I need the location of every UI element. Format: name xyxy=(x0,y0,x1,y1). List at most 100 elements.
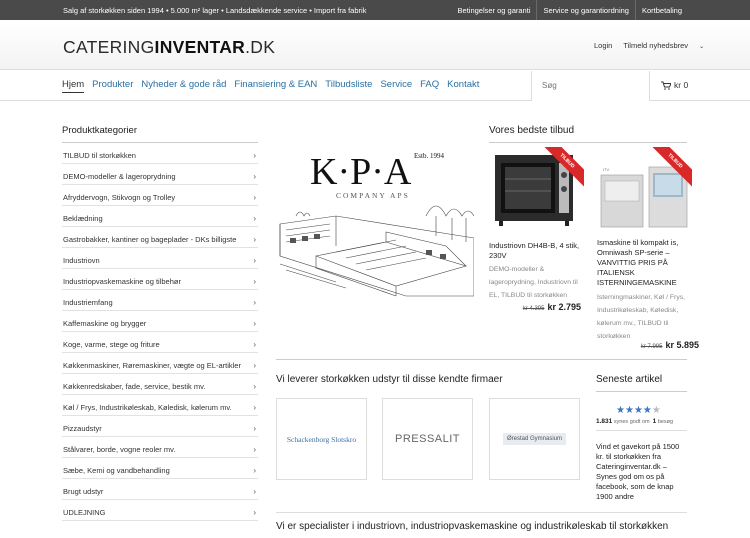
chevron-right-icon: › xyxy=(253,382,256,391)
votes-count: 1.831 xyxy=(596,418,613,425)
sidebar-item-label: Koge, varme, stege og friture xyxy=(63,340,160,349)
product-name[interactable]: Industriovn DH4B-B, 4 stik, 230V xyxy=(489,241,584,261)
product-image[interactable]: ITV TILBUD xyxy=(597,147,692,232)
kpa-company: COMPANY APS xyxy=(336,191,410,200)
product-image[interactable]: TILBUD xyxy=(489,147,584,232)
sidebar-item-cooking[interactable]: Koge, varme, stege og friture › xyxy=(62,332,258,353)
top-bar: Salg af storkøkken siden 1994 • 5.000 m²… xyxy=(0,0,750,20)
logo-text-light: CATERING xyxy=(63,37,155,57)
visits-label: besøg xyxy=(657,419,674,425)
sidebar-item-used[interactable]: Brugt udstyr › xyxy=(62,479,258,500)
site-logo[interactable]: CATERINGINVENTAR.DK xyxy=(63,37,275,58)
sidebar-item-steel[interactable]: Stålvarer, borde, vogne reoler mv. › xyxy=(62,437,258,458)
search-input[interactable] xyxy=(542,71,642,99)
rating-votes: 1.831 synes godt om 1 besøg xyxy=(596,418,687,425)
best-offers-section: Vores bedste tilbud xyxy=(489,125,687,143)
sidebar-item-label: Stålvarer, borde, vogne reoler mv. xyxy=(63,445,176,454)
login-link[interactable]: Login xyxy=(594,41,612,50)
sidebar-item-hood[interactable]: Industriemfang › xyxy=(62,290,258,311)
top-link-service[interactable]: Service og garantiordning xyxy=(536,0,634,20)
kpa-building-illustration: K·P·A Estb. 1994 COMPANY APS xyxy=(279,151,475,297)
product-name[interactable]: Ismaskine til kompakt is, Omniwash SP-se… xyxy=(597,238,689,288)
nav-item-news[interactable]: Nyheder & gode råd xyxy=(141,79,226,93)
sidebar-item-offers[interactable]: TILBUD til storkøkken › xyxy=(62,143,258,164)
sidebar-item-label: UDLEJNING xyxy=(63,508,106,517)
sidebar-item-gastro[interactable]: Gastrobakker, kantiner og bageplader - D… xyxy=(62,227,258,248)
sidebar-item-coffee[interactable]: Kaffemaskine og brygger › xyxy=(62,311,258,332)
sidebar-item-oven[interactable]: Industriovn › xyxy=(62,248,258,269)
chevron-right-icon: › xyxy=(253,445,256,454)
top-link-card-payment[interactable]: Kortbetaling xyxy=(634,0,688,20)
chevron-right-icon: › xyxy=(253,172,256,181)
offers-title: Vores bedste tilbud xyxy=(489,125,687,143)
section-divider xyxy=(276,359,687,360)
sidebar-item-clothing[interactable]: Beklædning › xyxy=(62,206,258,227)
brand-logo-orestad[interactable]: Ørestad Gymnasium xyxy=(489,398,580,480)
nav-item-contact[interactable]: Kontakt xyxy=(447,79,479,93)
chevron-right-icon: › xyxy=(253,319,256,328)
sidebar-item-utensils[interactable]: Køkkenredskaber, fade, service, bestik m… xyxy=(62,374,258,395)
logo-text-tld: .DK xyxy=(245,37,276,57)
chevron-right-icon: › xyxy=(253,403,256,412)
newsletter-link[interactable]: Tilmeld nyhedsbrev ⌄ xyxy=(623,41,713,50)
sidebar-item-label: Sæbe, Kemi og vandbehandling xyxy=(63,466,170,475)
star-icon: ★ xyxy=(642,405,652,416)
visits-count: 1 xyxy=(652,418,657,425)
sidebar-item-machines[interactable]: Køkkenmaskiner, Røremaskiner, vægte og E… xyxy=(62,353,258,374)
old-price: kr 4.395 xyxy=(522,306,545,312)
nav-item-products[interactable]: Produkter xyxy=(92,79,133,93)
product-card-oven[interactable]: TILBUD Industriovn DH4B-B, 4 stik, 230V … xyxy=(489,147,584,317)
nav-item-service[interactable]: Service xyxy=(380,79,412,93)
kpa-estb: Estb. 1994 xyxy=(414,152,444,160)
product-price: kr 4.395 kr 2.795 xyxy=(523,302,581,312)
sidebar-item-dishwasher[interactable]: Industriopvaskemaskine og tilbehør › xyxy=(62,269,258,290)
cart-total: kr 0 xyxy=(674,80,689,90)
cart-button[interactable]: kr 0 xyxy=(661,80,688,90)
sidebar-item-rental[interactable]: UDLEJNING › xyxy=(62,500,258,521)
sidebar-item-label: Gastrobakker, kantiner og bageplader - D… xyxy=(63,235,237,244)
votes-label: synes godt om xyxy=(613,419,650,425)
chevron-right-icon: › xyxy=(253,277,256,286)
specialist-heading: Vi er specialister i industriovn, indust… xyxy=(276,521,669,532)
nav-item-offer-list[interactable]: Tilbudsliste xyxy=(325,79,372,93)
chevron-right-icon: › xyxy=(253,361,256,370)
star-icon: ★ xyxy=(633,405,643,416)
product-categories: Isterningmaskiner, Køl / Frys, Industrik… xyxy=(597,294,686,340)
nav-item-faq[interactable]: FAQ xyxy=(420,79,439,93)
brand-logo-pressalit[interactable]: PRESSALIT xyxy=(382,398,473,480)
sidebar-item-pizza[interactable]: Pizzaudstyr › xyxy=(62,416,258,437)
brand-logo-schackenborg[interactable]: Schackenborg Slotskro xyxy=(276,398,367,480)
article-divider xyxy=(596,430,687,431)
kpa-letters: K·P·A xyxy=(310,151,412,193)
chevron-right-icon: › xyxy=(253,508,256,517)
product-categories: DEMO-modeller & lageroprydning, Industri… xyxy=(489,266,578,299)
search-box xyxy=(531,71,650,101)
header-links: Login Tilmeld nyhedsbrev ⌄ xyxy=(594,41,722,50)
article-excerpt[interactable]: Vind et gavekort på 1500 kr. til storkøk… xyxy=(596,442,687,502)
brands-title: Vi leverer storkøkken udstyr til disse k… xyxy=(276,374,503,385)
top-link-terms[interactable]: Betingelser og garanti xyxy=(452,0,537,20)
sidebar-item-label: Industriovn xyxy=(63,256,100,265)
product-card-icemachine[interactable]: ITV TILBUD Ismaskine til kompakt is, Omn… xyxy=(597,147,699,352)
sidebar-item-label: Køkkenmaskiner, Røremaskiner, vægte og E… xyxy=(63,361,241,370)
sidebar-item-cooling[interactable]: Køl / Frys, Industrikøleskab, Køledisk, … xyxy=(62,395,258,416)
rating-stars[interactable]: ★★★★★ xyxy=(616,405,687,416)
chevron-right-icon: › xyxy=(253,256,256,265)
brand-name: Schackenborg Slotskro xyxy=(286,434,357,444)
brand-name: PRESSALIT xyxy=(394,433,461,445)
sidebar-item-soap[interactable]: Sæbe, Kemi og vandbehandling › xyxy=(62,458,258,479)
sidebar-item-label: Industriemfang xyxy=(63,298,113,307)
sidebar-item-label: Kaffemaskine og brygger xyxy=(63,319,147,328)
sidebar-item-label: Industriopvaskemaskine og tilbehør xyxy=(63,277,181,286)
brand-name: Ørestad Gymnasium xyxy=(502,433,567,445)
sidebar-item-label: TILBUD til storkøkken xyxy=(63,151,136,160)
chevron-right-icon: › xyxy=(253,424,256,433)
chevron-right-icon: › xyxy=(253,298,256,307)
sidebar-item-trolley[interactable]: Afryddervogn, Stikvogn og Trolley › xyxy=(62,185,258,206)
sidebar-item-demo[interactable]: DEMO-modeller & lageroprydning › xyxy=(62,164,258,185)
article-title: Seneste artikel xyxy=(596,374,687,392)
nav-item-home[interactable]: Hjem xyxy=(62,79,85,93)
nav-item-financing[interactable]: Finansiering & EAN xyxy=(234,79,317,93)
section-divider-bottom xyxy=(276,512,687,513)
sidebar-item-label: Brugt udstyr xyxy=(63,487,104,496)
